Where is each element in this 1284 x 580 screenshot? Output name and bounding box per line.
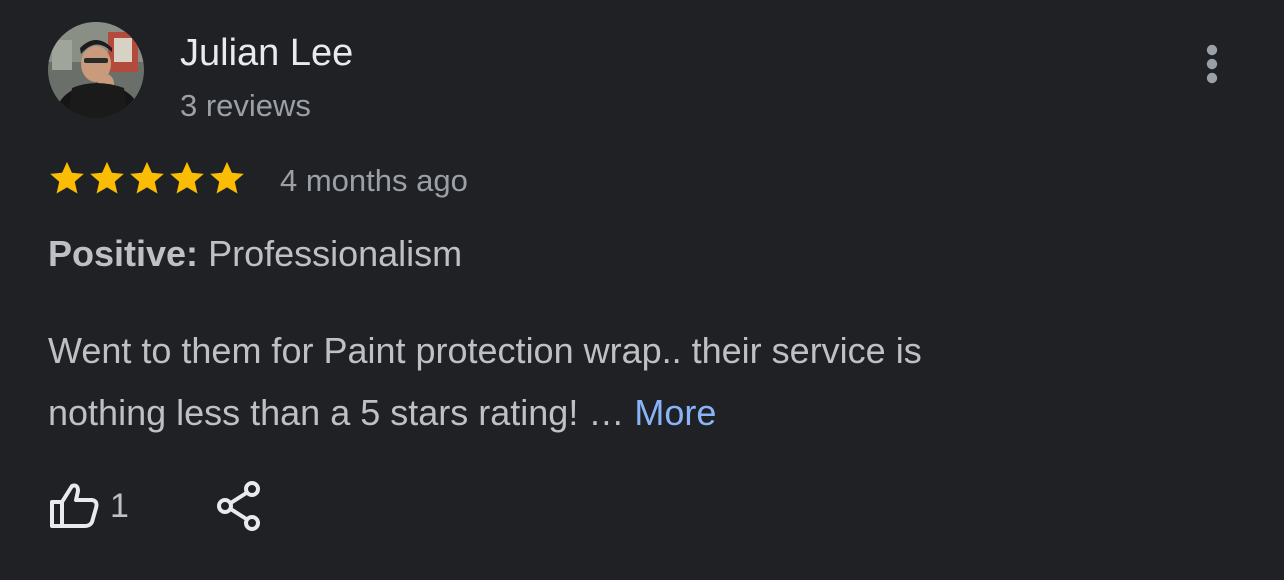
review-card: Julian Lee 3 reviews 4 months ago Positi… xyxy=(0,0,1284,580)
review-time: 4 months ago xyxy=(280,163,468,198)
star-rating xyxy=(48,156,246,200)
highlight-key: Positive: xyxy=(48,233,199,274)
more-link[interactable]: More xyxy=(634,392,716,433)
review-actions: 1 xyxy=(48,478,263,534)
author-review-count: 3 reviews xyxy=(180,88,311,123)
like-count: 1 xyxy=(110,486,129,525)
author-avatar[interactable] xyxy=(48,22,144,118)
more-vertical-icon xyxy=(1206,44,1218,84)
avatar-photo-icon xyxy=(48,22,144,118)
more-options-button[interactable] xyxy=(1192,36,1232,92)
share-icon xyxy=(216,481,260,531)
star-icon xyxy=(210,161,244,194)
star-icon xyxy=(170,161,204,194)
highlight-value: Professionalism xyxy=(208,233,463,274)
review-highlight: Positive: Professionalism xyxy=(48,232,462,276)
thumbs-up-icon xyxy=(50,483,99,528)
star-icon xyxy=(90,161,124,194)
review-text-line-2: nothing less than a 5 stars rating! … Mo… xyxy=(48,382,1148,444)
review-text-truncated: nothing less than a 5 stars rating! … xyxy=(48,392,635,433)
star-icon xyxy=(130,161,164,194)
review-text-line-1: Went to them for Paint protection wrap..… xyxy=(48,330,922,371)
like-button[interactable]: 1 xyxy=(48,482,129,530)
star-icon xyxy=(50,161,84,194)
author-name[interactable]: Julian Lee xyxy=(180,30,353,76)
review-text: Went to them for Paint protection wrap..… xyxy=(48,320,1148,444)
share-button[interactable] xyxy=(215,480,263,532)
